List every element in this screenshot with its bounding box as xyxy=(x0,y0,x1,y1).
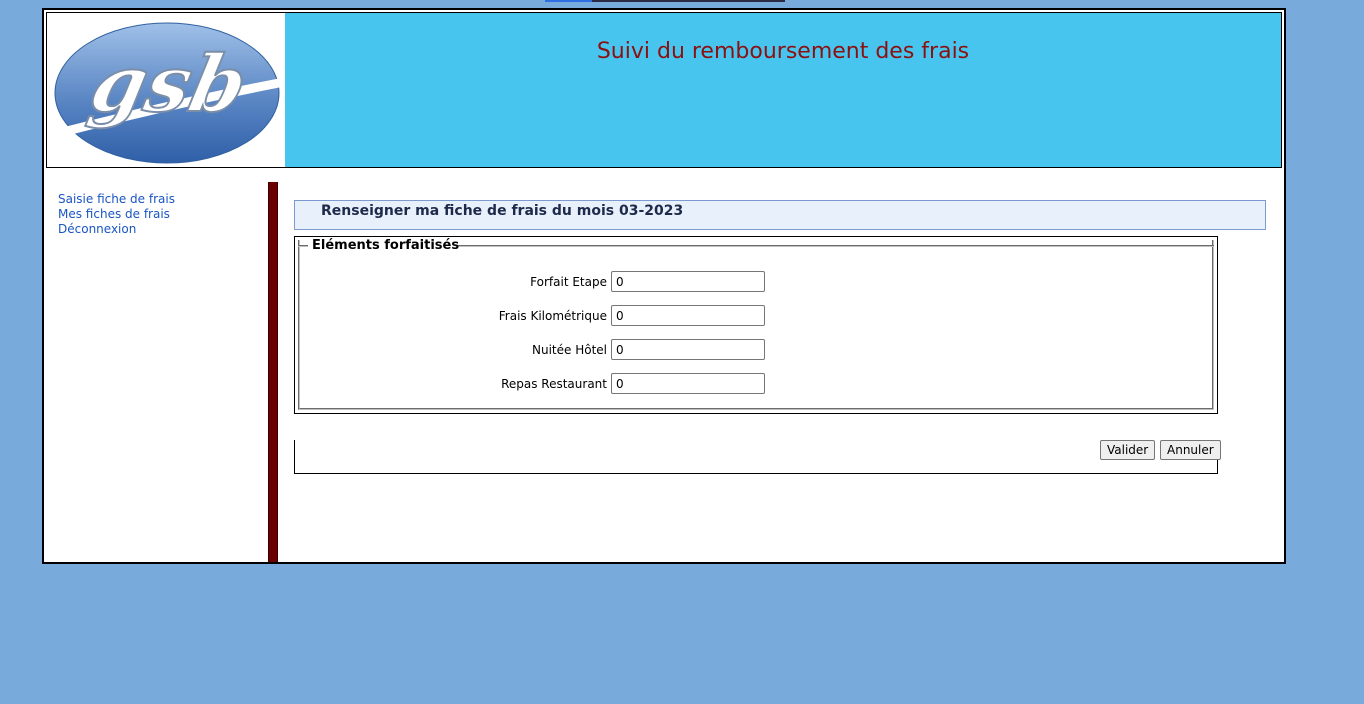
menu-separator xyxy=(268,182,278,562)
field-row-frais-kilometrique: Frais Kilométrique xyxy=(295,305,775,327)
month-banner: Renseigner ma fiche de frais du mois 03-… xyxy=(294,200,1266,230)
top-strip-dark xyxy=(592,0,785,2)
fieldset-border-left xyxy=(298,245,308,247)
header: gsb Suivi du remboursement des frais xyxy=(46,12,1282,168)
nuitee-hotel-input[interactable] xyxy=(611,339,765,360)
validate-button[interactable]: Valider xyxy=(1100,440,1156,460)
field-row-forfait-etape: Forfait Etape xyxy=(295,271,775,293)
frais-kilometrique-label: Frais Kilométrique xyxy=(498,309,607,323)
fieldset-legend: Eléments forfaitisés xyxy=(312,238,460,253)
repas-restaurant-label: Repas Restaurant xyxy=(501,377,607,391)
gsb-logo: gsb xyxy=(47,13,285,167)
left-menu: Saisie fiche de frais Mes fiches de frai… xyxy=(58,192,258,237)
fieldset-border-right xyxy=(457,245,1214,247)
page-title: Suivi du remboursement des frais xyxy=(596,39,970,64)
repas-restaurant-input[interactable] xyxy=(611,373,765,394)
menu-item-mes-fiches[interactable]: Mes fiches de frais xyxy=(58,207,258,222)
nuitee-hotel-label: Nuitée Hôtel xyxy=(532,343,607,357)
form-footer: Valider Annuler xyxy=(294,440,1221,474)
field-row-nuitee-hotel: Nuitée Hôtel xyxy=(295,339,775,361)
top-strip-accent xyxy=(545,0,592,2)
menu-item-saisie-fiche[interactable]: Saisie fiche de frais xyxy=(58,192,258,207)
forfait-etape-input[interactable] xyxy=(611,271,765,292)
month-heading: Renseigner ma fiche de frais du mois 03-… xyxy=(321,203,684,219)
logo-text: gsb xyxy=(83,38,256,130)
forfait-etape-label: Forfait Etape xyxy=(530,275,607,289)
top-strip xyxy=(545,0,785,2)
field-row-repas-restaurant: Repas Restaurant xyxy=(295,373,775,395)
frais-kilometrique-input[interactable] xyxy=(611,305,765,326)
page-container: gsb Suivi du remboursement des frais Sai… xyxy=(42,8,1286,564)
menu-item-deconnexion[interactable]: Déconnexion xyxy=(58,222,258,237)
forfait-form-box: Eléments forfaitisés Forfait Etape Frais… xyxy=(294,236,1218,414)
cancel-button[interactable]: Annuler xyxy=(1160,440,1221,460)
